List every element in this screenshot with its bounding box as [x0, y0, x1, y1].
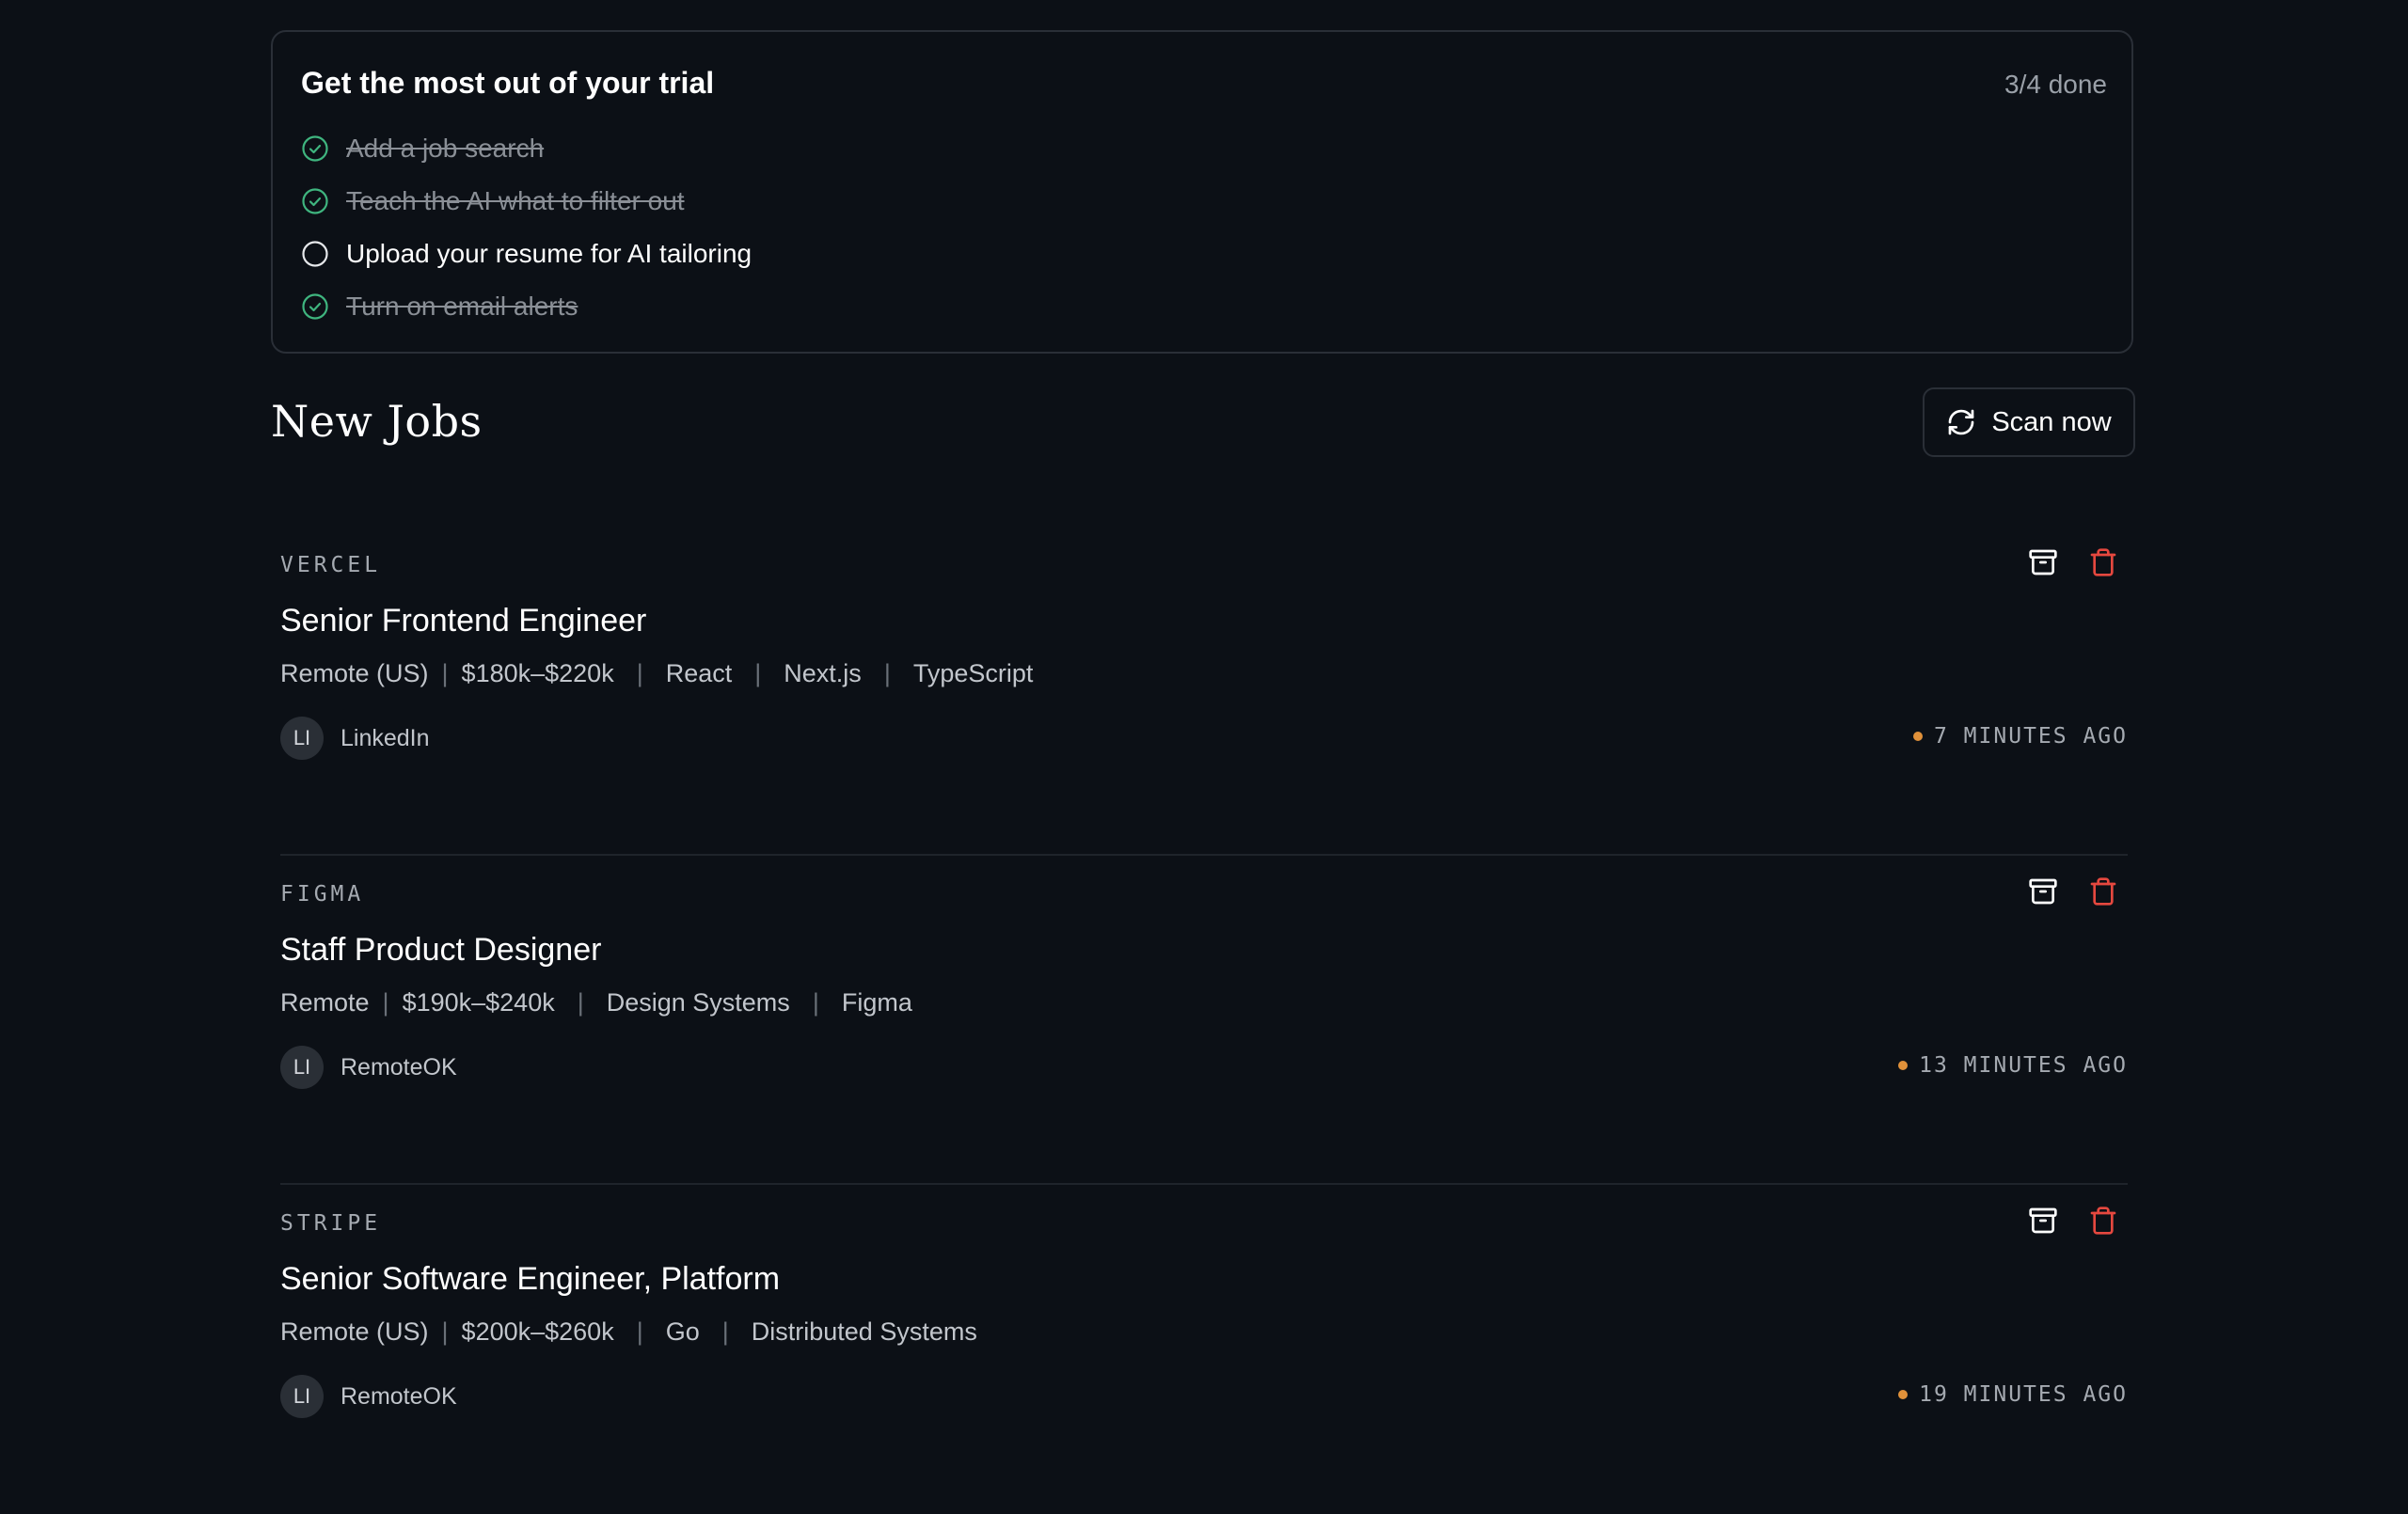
job-card[interactable]: VERCEL Senior Frontend Engineer Remote (… [280, 527, 2128, 856]
scan-now-label: Scan now [1991, 406, 2112, 437]
company-name: STRIPE [280, 1211, 382, 1236]
company-name: VERCEL [280, 553, 382, 577]
posted-time: 7 MINUTES AGO [1912, 724, 2128, 749]
job-card[interactable]: FIGMA Staff Product Designer Remote | $1… [280, 856, 2128, 1185]
job-tag: Figma [841, 988, 912, 1017]
trash-icon [2090, 877, 2116, 906]
delete-button[interactable] [2079, 1196, 2128, 1245]
new-indicator-dot [1912, 732, 1923, 741]
check-circle-icon [302, 293, 328, 320]
job-meta: Remote (US) | $200k–$260k | Go | Distrib… [280, 1313, 977, 1350]
check-circle-icon [302, 135, 328, 162]
new-indicator-dot [1898, 1061, 1909, 1070]
meta-separator: | [721, 1317, 729, 1346]
checklist-item-add-search[interactable]: Add a job search [301, 130, 544, 167]
archive-button[interactable] [2019, 538, 2067, 587]
source-avatar: LI [280, 1375, 324, 1418]
job-tag: React [665, 659, 733, 687]
archive-icon [2029, 1207, 2057, 1234]
job-tag: TypeScript [912, 659, 1034, 687]
trash-icon [2090, 1206, 2116, 1235]
job-tag: Design Systems [606, 988, 790, 1017]
archive-icon [2029, 878, 2057, 905]
job-source: LI LinkedIn [280, 717, 430, 760]
meta-separator: | [441, 659, 449, 687]
job-card[interactable]: STRIPE Senior Software Engineer, Platfor… [280, 1185, 2128, 1514]
job-location: Remote [280, 988, 370, 1017]
delete-button[interactable] [2079, 538, 2128, 587]
company-name: FIGMA [280, 882, 365, 907]
meta-separator: | [754, 659, 762, 687]
job-title[interactable]: Staff Product Designer [280, 929, 601, 970]
job-tag: Go [665, 1317, 700, 1346]
meta-separator: | [636, 1317, 643, 1346]
source-name: RemoteOK [341, 1053, 457, 1080]
job-meta: Remote (US) | $180k–$220k | React | Next… [280, 654, 1033, 692]
meta-separator: | [382, 988, 389, 1017]
job-tag: Next.js [784, 659, 862, 687]
job-actions [2007, 538, 2128, 587]
checklist-item-label: Teach the AI what to filter out [346, 186, 685, 215]
job-actions [2007, 867, 2128, 916]
check-circle-icon [302, 188, 328, 214]
meta-separator: | [441, 1317, 449, 1346]
job-actions [2007, 1196, 2128, 1245]
job-salary: $180k–$220k [461, 659, 614, 687]
source-name: RemoteOK [341, 1382, 457, 1410]
page-title: New Jobs [271, 396, 483, 447]
source-name: LinkedIn [341, 724, 430, 751]
checklist-item-upload-resume[interactable]: Upload your resume for AI tailoring [301, 235, 752, 273]
job-meta: Remote | $190k–$240k | Design Systems | … [280, 984, 912, 1021]
checklist-item-label: Add a job search [346, 134, 545, 163]
new-indicator-dot [1898, 1390, 1909, 1399]
source-avatar: LI [280, 1046, 324, 1089]
job-location: Remote (US) [280, 1317, 429, 1346]
posted-time-label: 7 MINUTES AGO [1933, 724, 2128, 749]
job-source: LI RemoteOK [280, 1046, 457, 1089]
meta-separator: | [577, 988, 584, 1017]
posted-time: 19 MINUTES AGO [1898, 1382, 2128, 1407]
checklist-item-teach-ai[interactable]: Teach the AI what to filter out [301, 182, 685, 220]
refresh-icon [1948, 409, 1974, 435]
job-title[interactable]: Senior Software Engineer, Platform [280, 1258, 780, 1300]
job-salary: $200k–$260k [461, 1317, 614, 1346]
meta-separator: | [812, 988, 819, 1017]
trial-title: Get the most out of your trial [301, 66, 715, 100]
archive-button[interactable] [2019, 867, 2067, 916]
checklist-item-label: Turn on email alerts [346, 292, 578, 321]
meta-separator: | [636, 659, 643, 687]
checklist-item-label: Upload your resume for AI tailoring [346, 239, 752, 268]
posted-time-label: 13 MINUTES AGO [1919, 1053, 2128, 1078]
trash-icon [2090, 548, 2116, 576]
job-location: Remote (US) [280, 659, 429, 687]
posted-time: 13 MINUTES AGO [1898, 1053, 2128, 1078]
job-salary: $190k–$240k [402, 988, 555, 1017]
empty-circle-icon [302, 241, 328, 267]
job-title[interactable]: Senior Frontend Engineer [280, 600, 646, 641]
scan-now-button[interactable]: Scan now [1923, 387, 2135, 457]
archive-icon [2029, 549, 2057, 576]
delete-button[interactable] [2079, 867, 2128, 916]
trial-progress: 3/4 done [2004, 70, 2107, 99]
posted-time-label: 19 MINUTES AGO [1919, 1382, 2128, 1407]
archive-button[interactable] [2019, 1196, 2067, 1245]
job-tag: Distributed Systems [751, 1317, 977, 1346]
source-avatar: LI [280, 717, 324, 760]
job-source: LI RemoteOK [280, 1375, 457, 1418]
meta-separator: | [883, 659, 891, 687]
checklist-item-email-alerts[interactable]: Turn on email alerts [301, 288, 578, 325]
